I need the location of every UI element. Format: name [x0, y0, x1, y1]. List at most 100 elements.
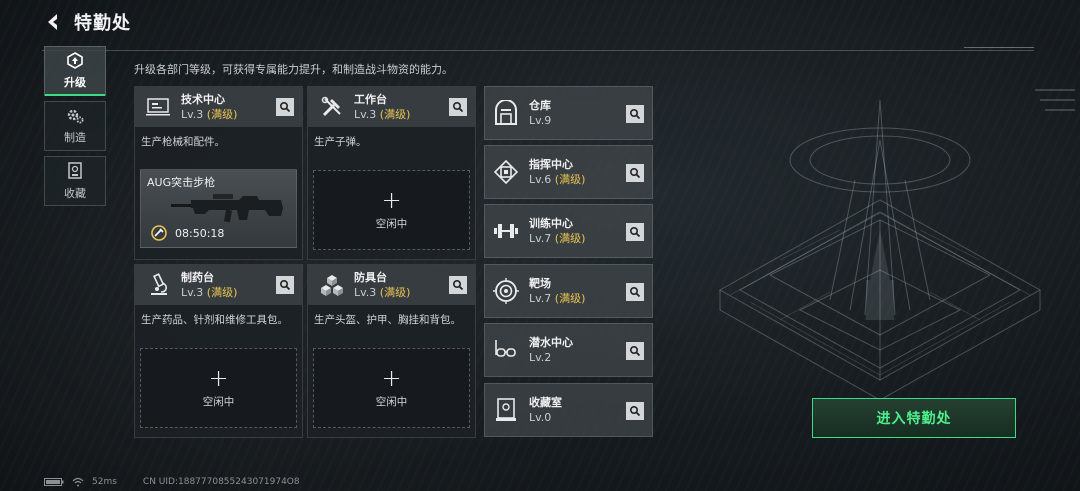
search-icon	[279, 101, 291, 113]
dept-level: Lv.3 (满级)	[354, 285, 411, 299]
battery-icon	[44, 478, 64, 486]
crafting-time-remaining: 08:50:18	[175, 226, 225, 240]
upgrade-icon	[67, 52, 83, 69]
status-footer: 52ms CN UID:1887770855243071974O8	[44, 475, 300, 489]
dept-level: Lv.7 (满级)	[529, 291, 586, 305]
inspect-button[interactable]	[276, 98, 294, 116]
idle-slot-label: 空闲中	[375, 217, 408, 230]
back-arrow-icon	[48, 14, 57, 30]
dept-level: Lv.3 (满级)	[354, 107, 411, 121]
search-icon	[629, 345, 641, 357]
tab-upgrade[interactable]: 升级	[44, 46, 106, 96]
idle-slot-label: 空闲中	[375, 395, 408, 408]
tab-collection[interactable]: 收藏	[44, 156, 106, 206]
search-icon	[629, 226, 641, 238]
timer-tools-icon	[151, 225, 167, 241]
dumbbell-icon	[491, 216, 521, 246]
tab-craft[interactable]: 制造	[44, 101, 106, 151]
search-icon	[629, 108, 641, 120]
ping-readout: 52ms	[92, 477, 117, 487]
warehouse-icon	[491, 98, 521, 128]
dept-name: 指挥中心	[529, 157, 573, 171]
dept-panel-workbench[interactable]: 工作台 Lv.3 (满级) 生产子弹。 + 空闲中	[307, 86, 476, 260]
search-icon	[279, 279, 291, 291]
idle-slot[interactable]: + 空闲中	[140, 348, 297, 428]
monitor-icon	[143, 93, 175, 121]
search-icon	[629, 405, 641, 417]
craft-gear-icon	[67, 109, 84, 124]
dept-description: 生产子弹。	[314, 136, 367, 148]
dept-level: Lv.0	[529, 410, 552, 424]
dept-name: 潜水中心	[529, 335, 573, 349]
dept-header: 技术中心 Lv.3 (满级)	[135, 87, 302, 127]
dept-level: Lv.9	[529, 113, 552, 127]
inspect-button[interactable]	[626, 105, 644, 123]
inspect-button[interactable]	[276, 276, 294, 294]
tab-collection-label: 收藏	[64, 187, 86, 200]
dept-panel-pharmacy[interactable]: 制药台 Lv.3 (满级) 生产药品、针剂和维修工具包。 + 空闲中	[134, 264, 303, 438]
collection-icon	[68, 162, 82, 179]
display-case-icon	[491, 395, 521, 425]
dept-name: 训练中心	[529, 216, 573, 230]
dept-description: 生产头盔、护甲、胸挂和背包。	[314, 314, 461, 326]
dept-header: 工作台 Lv.3 (满级)	[308, 87, 475, 127]
diving-mask-icon	[491, 335, 521, 365]
rifle-image	[171, 194, 283, 223]
dept-panel-tech-center[interactable]: 技术中心 Lv.3 (满级) 生产枪械和配件。 AUG突击步枪 08:50:18	[134, 86, 303, 260]
idle-slot[interactable]: + 空闲中	[313, 348, 470, 428]
dept-level: Lv.2	[529, 350, 552, 364]
dept-panel-warehouse[interactable]: 仓库 Lv.9	[484, 86, 653, 140]
inspect-button[interactable]	[449, 276, 467, 294]
inspect-button[interactable]	[626, 402, 644, 420]
dept-panel-armor[interactable]: 防具台 Lv.3 (满级) 生产头盔、护甲、胸挂和背包。 + 空闲中	[307, 264, 476, 438]
inspect-button[interactable]	[626, 223, 644, 241]
dept-level: Lv.6 (满级)	[529, 172, 586, 186]
header-divider	[42, 47, 1034, 51]
inspect-button[interactable]	[626, 164, 644, 182]
page-header: 特勤处	[42, 8, 131, 36]
dept-name: 仓库	[529, 98, 551, 112]
dept-panel-training-center[interactable]: 训练中心 Lv.7 (满级)	[484, 204, 653, 258]
dept-name: 收藏室	[529, 395, 562, 409]
dept-name: 技术中心	[181, 92, 225, 106]
cubes-icon	[316, 271, 348, 299]
idle-slot-label: 空闲中	[202, 395, 235, 408]
page-subtitle: 升级各部门等级，可获得专属能力提升，和制造战斗物资的能力。	[134, 63, 453, 76]
wifi-icon	[72, 477, 84, 487]
dept-level: Lv.3 (满级)	[181, 285, 238, 299]
tab-craft-label: 制造	[64, 131, 86, 144]
target-icon	[491, 276, 521, 306]
tab-upgrade-label: 升级	[64, 76, 86, 89]
dept-panel-shooting-range[interactable]: 靶场 Lv.7 (满级)	[484, 264, 653, 318]
tools-icon	[316, 93, 348, 121]
dept-header: 防具台 Lv.3 (满级)	[308, 265, 475, 305]
inspect-button[interactable]	[626, 342, 644, 360]
dept-panel-command-center[interactable]: 指挥中心 Lv.6 (满级)	[484, 145, 653, 199]
inspect-button[interactable]	[449, 98, 467, 116]
command-chip-icon	[491, 157, 521, 187]
add-icon: +	[381, 185, 402, 214]
dept-level: Lv.3 (满级)	[181, 107, 238, 121]
search-icon	[452, 101, 464, 113]
dept-name: 工作台	[354, 92, 387, 106]
search-icon	[452, 279, 464, 291]
dept-description: 生产枪械和配件。	[141, 136, 225, 148]
dept-name: 防具台	[354, 270, 387, 284]
crafting-slot-active[interactable]: AUG突击步枪 08:50:18	[140, 169, 297, 248]
inspect-button[interactable]	[626, 283, 644, 301]
dept-panel-collection-room[interactable]: 收藏室 Lv.0	[484, 383, 653, 437]
dept-description: 生产药品、针剂和维修工具包。	[141, 314, 288, 326]
base-wireframe-illustration	[718, 89, 1075, 401]
dept-panel-diving-center[interactable]: 潜水中心 Lv.2	[484, 323, 653, 377]
crafting-item-name: AUG突击步枪	[147, 176, 216, 189]
player-uid: CN UID:1887770855243071974O8	[142, 477, 300, 487]
dept-level: Lv.7 (满级)	[529, 231, 586, 245]
add-icon: +	[208, 363, 229, 392]
microscope-icon	[143, 271, 175, 299]
idle-slot[interactable]: + 空闲中	[313, 170, 470, 250]
back-button[interactable]	[42, 11, 64, 33]
dept-name: 制药台	[181, 270, 214, 284]
enter-special-ops-button[interactable]: 进入特勤处	[812, 398, 1016, 438]
search-icon	[629, 286, 641, 298]
dept-header: 制药台 Lv.3 (满级)	[135, 265, 302, 305]
